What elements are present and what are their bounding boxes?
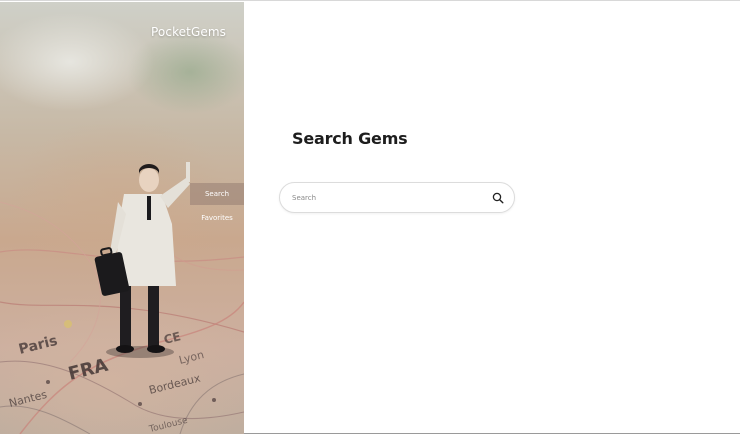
sidebar-item-favorites[interactable]: Favorites (190, 207, 244, 229)
svg-text:CE: CE (162, 329, 182, 347)
app-window: Paris FRA Bordeaux Nantes Lyon CE Toulou… (0, 0, 740, 434)
search-input[interactable] (292, 190, 482, 206)
svg-text:Paris: Paris (17, 333, 59, 358)
page-title: Search Gems (292, 129, 408, 148)
sidebar-nav: Search Favorites (190, 183, 244, 229)
sidebar-item-search[interactable]: Search (190, 183, 244, 205)
figurine-illustration (94, 162, 190, 358)
svg-text:Toulouse: Toulouse (147, 416, 189, 434)
sidebar: Paris FRA Bordeaux Nantes Lyon CE Toulou… (0, 2, 244, 434)
svg-text:Bordeaux: Bordeaux (148, 371, 203, 396)
svg-text:Lyon: Lyon (178, 348, 206, 367)
brand-logo-text[interactable]: PocketGems (151, 25, 226, 39)
search-bar (279, 182, 515, 213)
search-icon[interactable] (492, 192, 504, 204)
